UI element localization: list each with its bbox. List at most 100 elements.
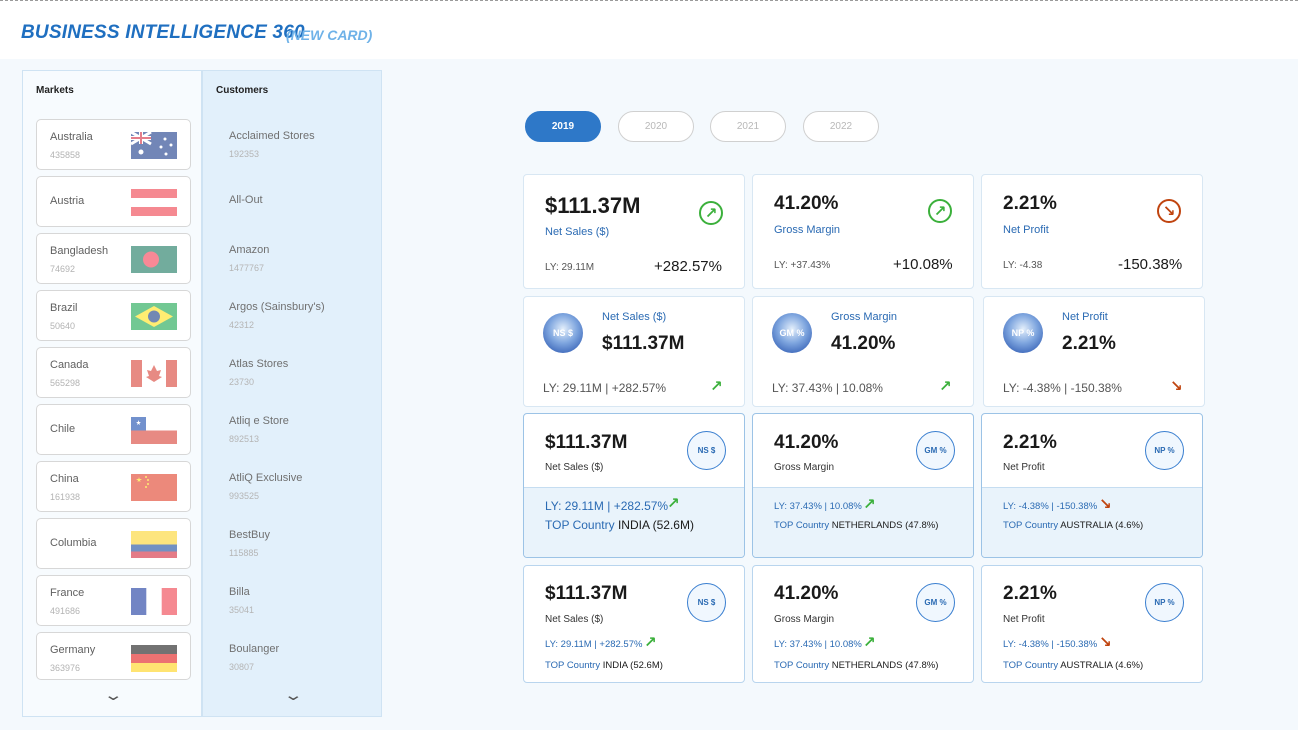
customer-name: AtliQ Exclusive [229,472,303,484]
top-country-value: INDIA (52.6M) [617,518,694,532]
customer-name: Atliq e Store [229,415,289,427]
np-badge-ring: NP % [1145,431,1184,470]
australia-flag-icon [131,132,177,159]
gm-badge-orb: GM % [772,313,812,353]
top-country-line: TOP Country INDIA (52.6M) [545,518,694,532]
top-country-line: TOP Country NETHERLANDS (47.8%) [774,520,938,531]
kpi-card-net-profit-style3[interactable]: 2.21% Net Profit NP % LY: -4.38% | -150.… [981,413,1203,558]
customer-item-atliq-e-store[interactable]: Atliq e Store 892513 [216,404,371,455]
market-name: Brazil [50,302,78,314]
kpi-label: Gross Margin [774,614,835,625]
customer-value: 115885 [229,548,259,558]
kpi-card-gross-margin-style4[interactable]: 41.20% Gross Margin GM % LY: 37.43% | 10… [752,565,974,683]
kpi-last-year: LY: -4.38 [1003,260,1043,271]
market-item-china[interactable]: China 161938 [36,461,191,512]
kpi-card-gross-margin-style3[interactable]: 41.20% Gross Margin GM % LY: 37.43% | 10… [752,413,974,558]
kpi-label: Net Profit [1003,224,1049,236]
top-country-prefix: TOP Country [774,520,830,531]
market-value: 491686 [50,606,81,616]
market-item-austria[interactable]: Austria [36,176,191,227]
kpi-card-net-sales-style4[interactable]: $111.37M Net Sales ($) NS $ LY: 29.11M |… [523,565,745,683]
market-name: China [50,473,79,485]
ns-badge-orb: NS $ [543,313,583,353]
customer-item-atlas-stores[interactable]: Atlas Stores 23730 [216,347,371,398]
market-value: 74692 [50,264,76,274]
top-country-value: NETHERLANDS (47.8%) [831,660,939,671]
kpi-card-gross-margin-style1[interactable]: 41.20% Gross Margin ↗ LY: +37.43% +10.08… [752,174,974,289]
kpi-label: Net Sales ($) [545,614,604,625]
trend-down-arrow-icon: ↘ [1170,378,1183,395]
market-item-canada[interactable]: Canada 565298 [36,347,191,398]
markets-scroll-down-chevron-icon[interactable]: ⌄ [103,686,123,704]
germany-flag-icon [131,645,177,672]
kpi-value: $111.37M [545,193,641,218]
colombia-flag-icon [131,531,177,558]
customer-value: 892513 [229,434,260,444]
kpi-value: $111.37M [545,432,628,453]
trend-up-arrow-icon: ↗ [939,378,952,395]
gm-badge-ring: GM % [916,431,955,470]
kpi-card-net-sales-style2[interactable]: NS $ Net Sales ($) $111.37M LY: 29.11M |… [523,296,745,407]
market-item-bangladesh[interactable]: Bangladesh 74692 [36,233,191,284]
kpi-card-net-sales-style3[interactable]: $111.37M Net Sales ($) NS $ LY: 29.11M |… [523,413,745,558]
customer-item-amazon[interactable]: Amazon 1477767 [216,233,371,284]
kpi-last-year: LY: -4.38% | -150.38% [1003,501,1098,512]
trend-down-arrow-icon: ↘ [1099,496,1112,513]
kpi-value: 41.20% [774,432,839,453]
kpi-value: 2.21% [1003,583,1057,604]
kpi-last-year: LY: +37.43% [774,260,831,271]
kpi-card-footer: LY: 37.43% | 10.08% ↗ TOP Country NETHER… [753,487,973,557]
customer-item-acclaimed-stores[interactable]: Acclaimed Stores 192353 [216,119,371,170]
year-button-2019[interactable]: 2019 [525,111,601,142]
market-item-brazil[interactable]: Brazil 50640 [36,290,191,341]
kpi-delta: +10.08% [893,256,953,273]
kpi-label: Net Sales ($) [602,311,667,323]
kpi-card-net-sales-style1[interactable]: $111.37M Net Sales ($) ↗ LY: 29.11M +282… [523,174,745,289]
year-button-2021[interactable]: 2021 [710,111,786,142]
kpi-label: Net Profit [1003,614,1045,625]
trend-up-arrow-icon: ↗ [710,378,723,395]
bangladesh-flag-icon [131,246,177,273]
market-item-germany[interactable]: Germany 363976 [36,632,191,680]
customer-item-all-out[interactable]: All-Out [216,176,371,227]
kpi-value: 2.21% [1003,432,1057,453]
kpi-label: Net Sales ($) [545,462,604,473]
kpi-last-year: LY: -4.38% | -150.38% [1003,639,1098,650]
market-value: 50640 [50,321,76,331]
trend-up-circle-icon: ↗ [928,199,952,223]
kpi-last-year: LY: 29.11M | +282.57% [545,639,643,650]
market-item-chile[interactable]: Chile [36,404,191,455]
top-country-line: TOP Country AUSTRALIA (4.6%) [1003,520,1143,531]
canada-flag-icon [131,360,177,387]
trend-up-circle-icon: ↗ [699,201,723,225]
top-country-prefix: TOP Country [1003,660,1059,671]
market-item-france[interactable]: France 491686 [36,575,191,626]
year-button-2022[interactable]: 2022 [803,111,879,142]
kpi-card-net-profit-style1[interactable]: 2.21% Net Profit ↘ LY: -4.38 -150.38% [981,174,1203,289]
kpi-last-year: LY: 37.43% | 10.08% [772,381,883,395]
kpi-value: $111.37M [602,333,685,354]
market-name: France [50,587,85,599]
customer-value: 1477767 [229,263,265,273]
kpi-card-footer: LY: -4.38% | -150.38% ↘ TOP Country AUST… [982,487,1202,557]
customer-item-bestbuy[interactable]: BestBuy 115885 [216,518,371,569]
customer-item-billa[interactable]: Billa 35041 [216,575,371,626]
market-name: Chile [50,423,76,435]
customer-name: All-Out [229,194,263,206]
kpi-label: Net Profit [1003,462,1045,473]
customer-item-boulanger[interactable]: Boulanger 30807 [216,632,371,680]
austria-flag-icon [131,189,177,216]
customer-item-argos[interactable]: Argos (Sainsbury's) 42312 [216,290,371,341]
market-item-columbia[interactable]: Columbia [36,518,191,569]
kpi-card-gross-margin-style2[interactable]: GM % Gross Margin 41.20% LY: 37.43% | 10… [752,296,974,407]
kpi-card-net-profit-style2[interactable]: NP % Net Profit 2.21% LY: -4.38% | -150.… [983,296,1205,407]
kpi-last-year: LY: -4.38% | -150.38% [1003,381,1122,395]
kpi-last-year: LY: 37.43% | 10.08% [774,501,862,512]
customer-item-atliq-exclusive[interactable]: AtliQ Exclusive 993525 [216,461,371,512]
kpi-card-net-profit-style4[interactable]: 2.21% Net Profit NP % LY: -4.38% | -150.… [981,565,1203,683]
market-item-australia[interactable]: Australia 435858 [36,119,191,170]
year-button-2020[interactable]: 2020 [618,111,694,142]
market-name: Austria [50,195,85,207]
customers-scroll-down-chevron-icon[interactable]: ⌄ [283,686,303,704]
market-name: Australia [50,131,93,143]
